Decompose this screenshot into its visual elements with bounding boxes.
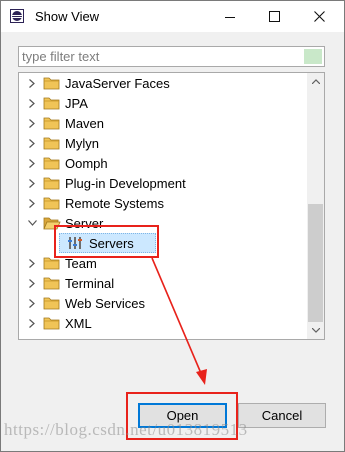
- tree-item-label: XML: [65, 316, 92, 331]
- minimize-icon: [224, 16, 235, 18]
- chevron-right-icon[interactable]: [27, 118, 37, 128]
- close-icon: [314, 11, 325, 22]
- tree-item[interactable]: Maven: [19, 113, 309, 133]
- filter-input[interactable]: [22, 48, 302, 65]
- maximize-icon: [269, 11, 280, 22]
- servers-highlight-box: [54, 225, 159, 258]
- tree-item-label: JPA: [65, 96, 88, 111]
- tree-item-label: Terminal: [65, 276, 115, 291]
- chevron-right-icon[interactable]: [27, 298, 37, 308]
- minimize-button[interactable]: [207, 1, 252, 32]
- chevron-right-icon[interactable]: [27, 178, 37, 188]
- chevron-right-icon[interactable]: [27, 98, 37, 108]
- tree-item-label: Team: [65, 256, 97, 271]
- folder-icon: [43, 196, 61, 210]
- folder-icon: [43, 156, 61, 170]
- folder-icon: [43, 276, 61, 290]
- tree-item-label: Maven: [65, 116, 105, 131]
- chevron-right-icon[interactable]: [27, 318, 37, 328]
- folder-icon: [43, 256, 61, 270]
- tree-item-label: Oomph: [65, 156, 108, 171]
- chevron-down-icon[interactable]: [27, 218, 37, 228]
- folder-icon: [43, 116, 61, 130]
- tree-item[interactable]: XML: [19, 313, 309, 333]
- folder-icon: [43, 316, 61, 330]
- folder-icon: [43, 136, 61, 150]
- folder-icon: [43, 176, 61, 190]
- eclipse-icon: [10, 9, 24, 23]
- show-view-dialog: Show View JavaServer Faces JPA Maven Mylyn O…: [0, 0, 345, 452]
- tree-item[interactable]: JPA: [19, 93, 309, 113]
- view-tree: JavaServer Faces JPA Maven Mylyn Oomph Plug-i…: [18, 72, 325, 340]
- close-button[interactable]: [297, 1, 342, 32]
- maximize-button[interactable]: [252, 1, 297, 32]
- chevron-right-icon[interactable]: [27, 198, 37, 208]
- chevron-right-icon[interactable]: [27, 78, 37, 88]
- chevron-right-icon[interactable]: [27, 278, 37, 288]
- filter-box: [18, 46, 325, 67]
- tree-item-label: Mylyn: [65, 136, 99, 151]
- tree-item[interactable]: Web Services: [19, 293, 309, 313]
- tree-item[interactable]: Oomph: [19, 153, 309, 173]
- clear-filter-icon[interactable]: [304, 49, 322, 64]
- chevron-right-icon[interactable]: [27, 138, 37, 148]
- tree-item[interactable]: Plug-in Development: [19, 173, 309, 193]
- folder-icon: [43, 76, 61, 90]
- scroll-down-icon[interactable]: [307, 322, 324, 339]
- tree-item[interactable]: JavaServer Faces: [19, 73, 309, 93]
- vertical-scrollbar[interactable]: [307, 73, 324, 339]
- watermark: https://blog.csdn.net/u013819513: [4, 420, 248, 439]
- scrollbar-thumb[interactable]: [308, 204, 323, 322]
- tree-item-label: Remote Systems: [65, 196, 164, 211]
- title-bar[interactable]: Show View: [1, 1, 344, 32]
- dialog-title: Show View: [35, 9, 100, 24]
- chevron-right-icon[interactable]: [27, 258, 37, 268]
- tree-item-label: JavaServer Faces: [65, 76, 170, 91]
- cancel-button[interactable]: Cancel: [238, 403, 326, 428]
- tree-item[interactable]: Remote Systems: [19, 193, 309, 213]
- chevron-right-icon[interactable]: [27, 158, 37, 168]
- scroll-up-icon[interactable]: [307, 73, 324, 90]
- tree-item-label: Plug-in Development: [65, 176, 186, 191]
- tree-item[interactable]: Terminal: [19, 273, 309, 293]
- folder-icon: [43, 96, 61, 110]
- tree-item-label: Web Services: [65, 296, 145, 311]
- folder-icon: [43, 296, 61, 310]
- tree-item[interactable]: Mylyn: [19, 133, 309, 153]
